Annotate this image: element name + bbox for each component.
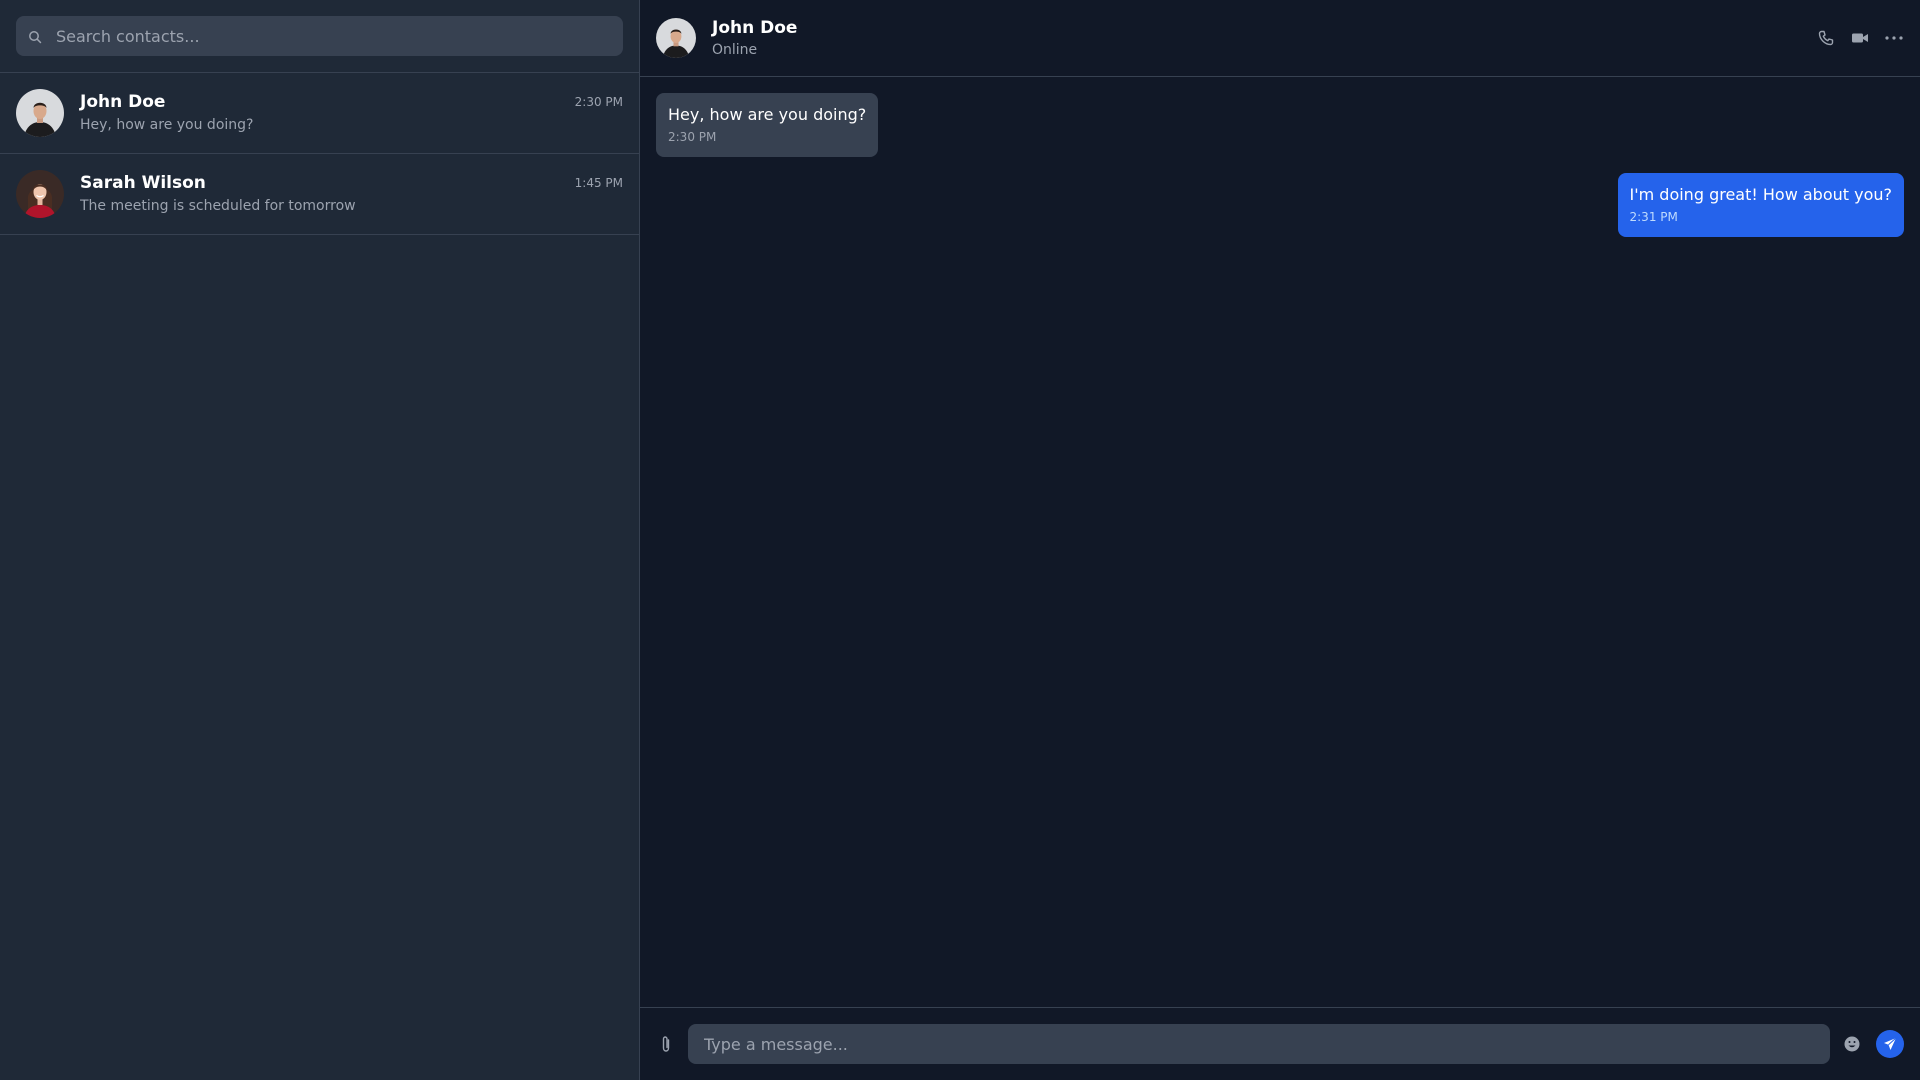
contact-details: John Doe 2:30 PM Hey, how are you doing? <box>80 92 623 133</box>
contact-preview: Hey, how are you doing? <box>80 116 254 133</box>
message-time: 2:30 PM <box>668 130 717 144</box>
contact-details: Sarah Wilson 1:45 PM The meeting is sche… <box>80 173 623 214</box>
search-box <box>16 16 623 56</box>
search-icon <box>28 29 42 44</box>
chat-header-actions <box>1816 28 1904 48</box>
message-outgoing: I'm doing great! How about you? 2:31 PM <box>1617 173 1904 237</box>
message-incoming: Hey, how are you doing? 2:30 PM <box>656 93 879 157</box>
chat-panel: John Doe Online Hey, how are you doing? … <box>640 0 1920 1080</box>
send-icon <box>1884 1037 1897 1050</box>
contacts-sidebar: John Doe 2:30 PM Hey, how are you doing?… <box>0 0 640 1080</box>
contact-time: 1:45 PM <box>574 175 623 190</box>
contact-name: Sarah Wilson <box>80 172 206 193</box>
message-composer <box>640 1007 1920 1080</box>
avatar <box>656 18 696 58</box>
search-input[interactable] <box>16 16 623 56</box>
chat-header: John Doe Online <box>640 0 1920 77</box>
message-time: 2:31 PM <box>1629 210 1678 224</box>
message-text: Hey, how are you doing? <box>668 105 867 124</box>
avatar <box>16 170 64 218</box>
video-icon[interactable] <box>1850 28 1870 48</box>
more-icon[interactable] <box>1884 28 1904 48</box>
message-text: I'm doing great! How about you? <box>1629 185 1893 204</box>
chat-contact-info: John Doe Online <box>712 18 797 58</box>
phone-icon[interactable] <box>1816 28 1836 48</box>
emoji-icon[interactable] <box>1842 1034 1862 1054</box>
search-container <box>0 0 639 73</box>
contact-header-row: Sarah Wilson 1:45 PM <box>80 173 623 193</box>
message-input[interactable] <box>688 1024 1830 1064</box>
contact-item-john-doe[interactable]: John Doe 2:30 PM Hey, how are you doing? <box>0 73 639 154</box>
contact-header-row: John Doe 2:30 PM <box>80 92 623 112</box>
avatar <box>16 89 64 137</box>
contact-preview: The meeting is scheduled for tomorrow <box>80 197 356 214</box>
contact-time: 2:30 PM <box>574 94 623 109</box>
send-button[interactable] <box>1876 1030 1904 1058</box>
chat-contact-name: John Doe <box>712 18 798 38</box>
paperclip-icon[interactable] <box>656 1034 676 1054</box>
contact-name: John Doe <box>80 91 166 112</box>
chat-contact-status: Online <box>712 42 758 58</box>
contact-item-sarah-wilson[interactable]: Sarah Wilson 1:45 PM The meeting is sche… <box>0 154 639 235</box>
message-list: Hey, how are you doing? 2:30 PM I'm doin… <box>640 77 1920 1007</box>
